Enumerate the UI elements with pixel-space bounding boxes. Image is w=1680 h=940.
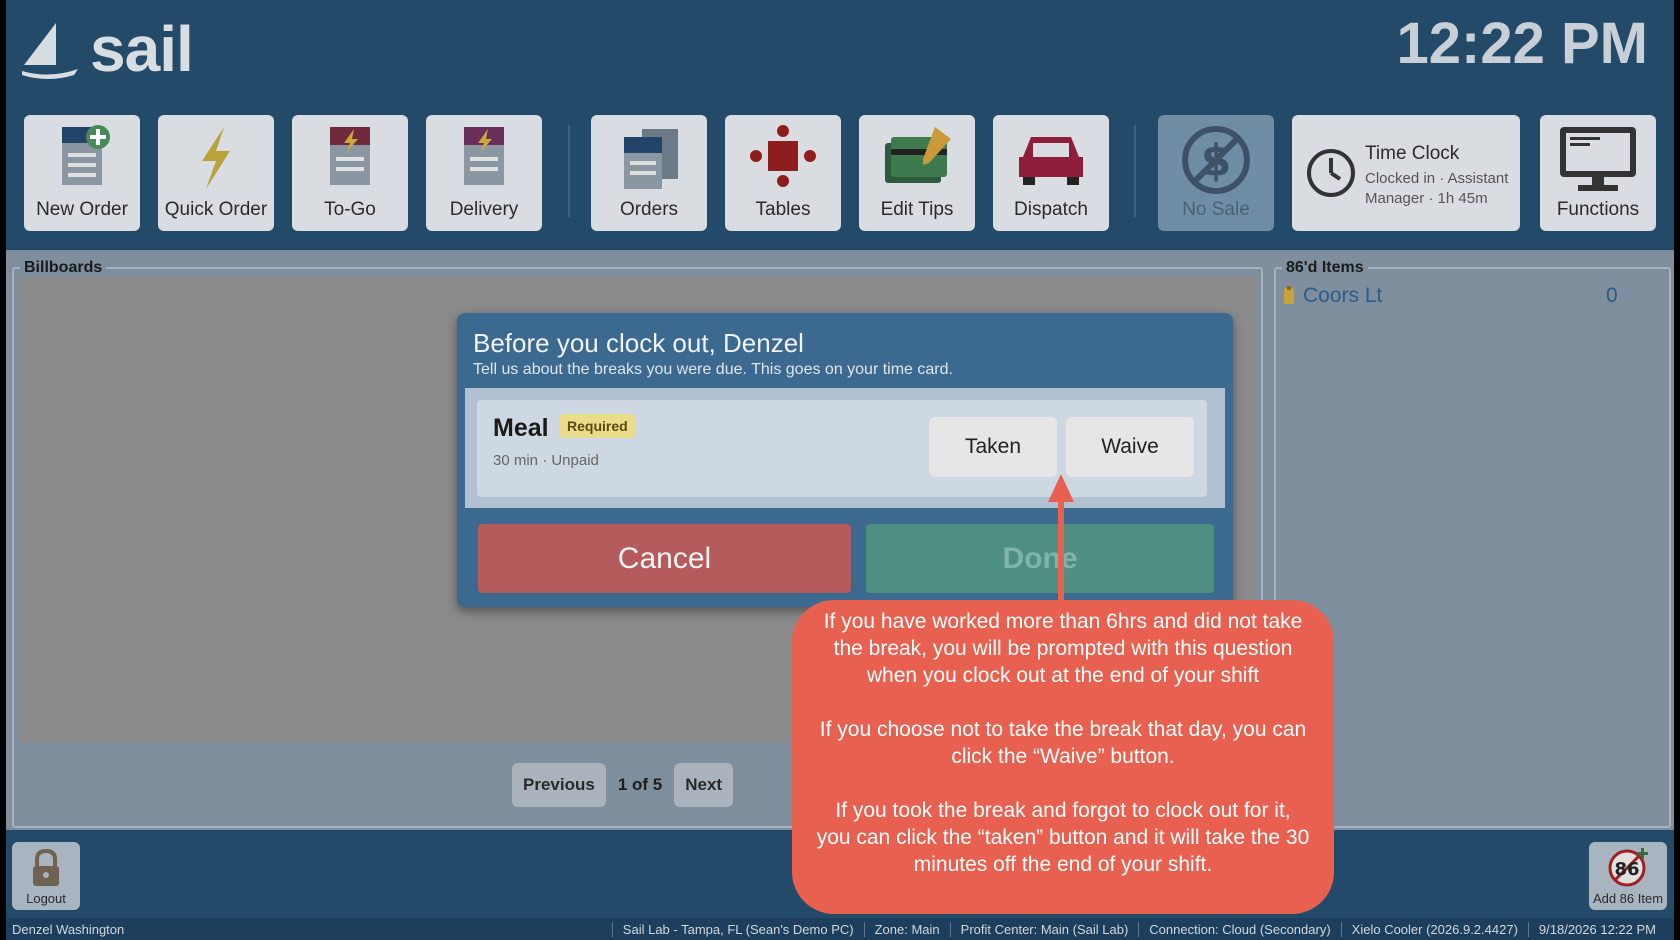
dialog-body: Meal Required 30 min · Unpaid Taken Waiv…: [465, 388, 1225, 508]
logout-button[interactable]: Logout: [12, 842, 80, 910]
break-name: Meal: [493, 414, 549, 442]
callout-paragraph: If you choose not to take the break that…: [819, 718, 1307, 768]
header-clock: 12:22 PM: [1396, 11, 1648, 76]
delivery-icon: [464, 127, 504, 185]
logout-label: Logout: [26, 891, 66, 906]
monitor-icon: [1560, 127, 1636, 191]
taken-button[interactable]: Taken: [929, 417, 1057, 477]
clock-icon: [1307, 149, 1355, 197]
sail-logo: sail: [20, 12, 194, 86]
callout-paragraph: If you took the break and forgot to cloc…: [816, 799, 1310, 876]
annotation-arrow-head: [1048, 474, 1074, 502]
to-go-icon: [330, 127, 370, 185]
callout-paragraph: If you have worked more than 6hrs and di…: [823, 610, 1303, 687]
orders-label: Orders: [619, 199, 679, 220]
status-zone: Zone: Main: [863, 921, 950, 937]
dialog-title: Before you clock out, Denzel: [473, 328, 804, 358]
status-bar: Denzel Washington Sail Lab - Tampa, FL (…: [6, 918, 1674, 940]
annotation-callout: If you have worked more than 6hrs and di…: [792, 600, 1334, 914]
next-button[interactable]: Next: [674, 763, 734, 807]
time-clock-title: Time Clock: [1365, 143, 1460, 164]
pos-screen: sail 12:22 PM New Order Quick Order To-G…: [6, 0, 1674, 940]
tables-icon: [750, 125, 816, 187]
orders-icon: [624, 129, 678, 189]
86-item-name: Coors Lt: [1303, 284, 1383, 307]
main-toolbar: New Order Quick Order To-Go Delivery Ord…: [6, 115, 1674, 233]
done-button[interactable]: Done: [866, 524, 1214, 593]
app-name: sail: [90, 13, 194, 85]
edit-tips-icon: [885, 127, 951, 183]
status-user: Denzel Washington: [12, 921, 125, 937]
quick-order-button[interactable]: Quick Order: [158, 115, 274, 231]
delivery-button[interactable]: Delivery: [426, 115, 542, 231]
86-items-title: 86'd Items: [1282, 259, 1368, 277]
cancel-button[interactable]: Cancel: [478, 524, 851, 593]
required-badge: Required: [559, 414, 636, 438]
car-icon: [1019, 137, 1083, 185]
new-order-button[interactable]: New Order: [24, 115, 140, 231]
toolbar-divider: [568, 125, 570, 217]
add-86-label: Add 86 Item: [1592, 891, 1664, 906]
svg-text:86: 86: [1614, 859, 1639, 880]
lightning-icon: [202, 127, 230, 189]
functions-label: Functions: [1556, 199, 1640, 220]
billboard-pager: Previous 1 of 5 Next: [512, 763, 734, 807]
svg-text:$: $: [1201, 135, 1232, 186]
new-order-icon: [62, 125, 110, 185]
dispatch-label: Dispatch: [1014, 199, 1088, 220]
waive-button[interactable]: Waive: [1066, 417, 1194, 477]
edit-tips-button[interactable]: Edit Tips: [859, 115, 975, 231]
to-go-button[interactable]: To-Go: [292, 115, 408, 231]
break-meta: 30 min · Unpaid: [493, 452, 599, 469]
status-connection: Connection: Cloud (Secondary): [1138, 921, 1340, 937]
edit-tips-label: Edit Tips: [880, 199, 954, 220]
dialog-subtitle: Tell us about the breaks you were due. T…: [473, 361, 953, 378]
page-info: 1 of 5: [617, 775, 663, 794]
lock-icon: [33, 848, 59, 886]
toolbar-divider: [1134, 125, 1136, 217]
clock-out-dialog: Before you clock out, Denzel Tell us abo…: [457, 313, 1233, 607]
add-86-icon: 86: [1608, 848, 1648, 887]
annotation-arrow: [1058, 500, 1064, 606]
dispatch-button[interactable]: Dispatch: [993, 115, 1109, 231]
no-sale-icon: $: [1182, 126, 1250, 194]
time-clock-status: Clocked in · Assistant Manager · 1h 45m: [1365, 170, 1509, 207]
no-sale-button[interactable]: $ No Sale: [1158, 115, 1274, 231]
quick-order-label: Quick Order: [164, 199, 268, 220]
break-row: Meal Required 30 min · Unpaid Taken Waiv…: [477, 400, 1207, 497]
to-go-label: To-Go: [324, 199, 376, 220]
sail-logo-icon: [22, 23, 78, 79]
status-version: Xielo Cooler (2026.9.2.4427): [1340, 921, 1528, 937]
86-item-row[interactable]: Coors Lt: [1281, 284, 1382, 308]
bottle-icon: [1284, 286, 1294, 304]
status-datetime: 9/18/2026 12:22 PM: [1527, 921, 1666, 937]
86-item-count: 0: [1606, 284, 1618, 307]
billboards-title: Billboards: [20, 259, 107, 277]
tables-button[interactable]: Tables: [725, 115, 841, 231]
previous-button[interactable]: Previous: [512, 763, 606, 807]
delivery-label: Delivery: [449, 199, 519, 220]
status-profit-center: Profit Center: Main (Sail Lab): [949, 921, 1139, 937]
no-sale-label: No Sale: [1182, 199, 1250, 220]
time-clock-button[interactable]: Time Clock Clocked in · Assistant Manage…: [1292, 115, 1520, 231]
add-86-item-button[interactable]: 86 Add 86 Item: [1589, 842, 1667, 910]
new-order-label: New Order: [36, 199, 128, 220]
tables-label: Tables: [755, 199, 811, 220]
status-location: Sail Lab - Tampa, FL (Sean's Demo PC): [611, 921, 864, 937]
functions-button[interactable]: Functions: [1540, 115, 1656, 231]
orders-button[interactable]: Orders: [591, 115, 707, 231]
